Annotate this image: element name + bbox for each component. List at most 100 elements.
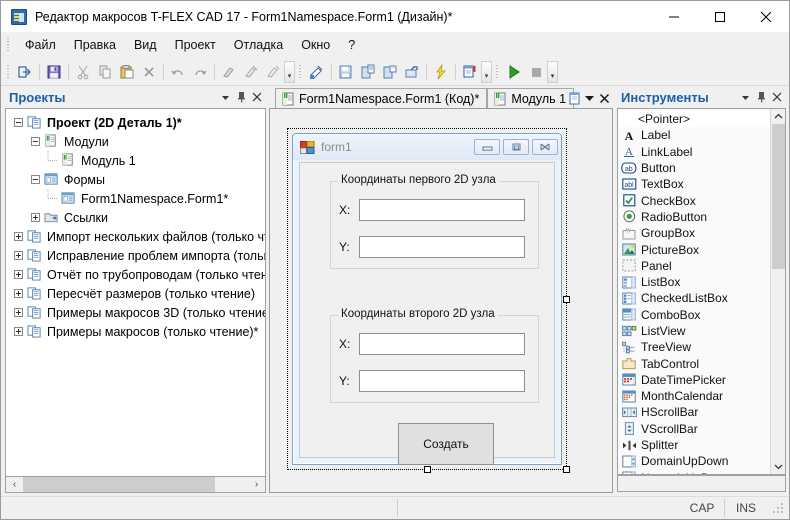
references-icon[interactable] — [401, 61, 423, 83]
toolbox-item[interactable]: ablTextBox — [618, 176, 770, 192]
close-icon[interactable] — [769, 89, 785, 105]
add-form-icon[interactable] — [379, 61, 401, 83]
form-minimize-button[interactable] — [474, 139, 500, 155]
toolbox-item[interactable]: TabControl — [618, 355, 770, 371]
tree-item[interactable]: Ссылки — [6, 208, 265, 227]
tree-expander-expanded-icon[interactable] — [27, 175, 44, 184]
textbox-x1[interactable] — [359, 199, 525, 221]
save-module-icon[interactable] — [335, 61, 357, 83]
toolbox-list[interactable]: <Pointer>ALabelALinkLabelabButtonablText… — [617, 108, 786, 475]
vscroll-thumb[interactable] — [772, 124, 785, 269]
tree-item[interactable]: Исправление проблем импорта (только — [6, 246, 265, 265]
tree-expander-collapsed-icon[interactable] — [10, 327, 27, 336]
toolbar-grip-3[interactable] — [494, 63, 501, 81]
tree-item[interactable]: Примеры макросов (только чтение)* — [6, 322, 265, 341]
tree-expander-expanded-icon[interactable] — [10, 118, 27, 127]
tree-item[interactable]: Модули — [6, 132, 265, 151]
scroll-down-icon[interactable] — [771, 459, 786, 474]
tree-item[interactable]: Form1Namespace.Form1* — [6, 189, 265, 208]
resize-handle-bottom[interactable] — [424, 466, 431, 473]
menu-item-window[interactable]: Окно — [292, 35, 339, 55]
menu-item-view[interactable]: Вид — [125, 35, 166, 55]
tree-expander-collapsed-icon[interactable] — [10, 308, 27, 317]
pin-icon[interactable] — [233, 89, 249, 105]
tree-item[interactable]: Отчёт по трубопроводам (только чтение — [6, 265, 265, 284]
toolbox-item[interactable]: Splitter — [618, 437, 770, 453]
add-module-icon[interactable] — [357, 61, 379, 83]
tree-expander-collapsed-icon[interactable] — [10, 251, 27, 260]
vscroll-track[interactable] — [771, 124, 786, 459]
compile-icon[interactable] — [430, 61, 452, 83]
tree-expander-collapsed-icon[interactable] — [10, 232, 27, 241]
paste-icon[interactable] — [116, 61, 138, 83]
save-icon[interactable] — [43, 61, 65, 83]
designed-form[interactable]: form1 — [292, 133, 562, 465]
chevron-down-icon[interactable] — [582, 90, 597, 107]
toolbox-item[interactable]: CheckBox — [618, 192, 770, 208]
designer-canvas[interactable]: form1 — [270, 109, 612, 492]
toolbox-item[interactable]: Panel — [618, 258, 770, 274]
designer-icon[interactable] — [306, 61, 328, 83]
chevron-down-icon[interactable] — [217, 89, 233, 105]
scroll-left-icon[interactable]: ‹ — [6, 477, 23, 492]
toolbox-item[interactable]: PictureBox — [618, 241, 770, 257]
tree-expander-collapsed-icon[interactable] — [27, 213, 44, 222]
properties-icon[interactable] — [459, 61, 481, 83]
create-button[interactable]: Создать — [398, 423, 494, 465]
run-icon[interactable] — [503, 61, 525, 83]
toolbox-item[interactable]: VScrollBar — [618, 421, 770, 437]
toolbar-grip-2[interactable] — [297, 63, 304, 81]
textbox-y2[interactable] — [359, 370, 525, 392]
resize-handle-right[interactable] — [563, 296, 570, 303]
tree-item[interactable]: Пересчёт размеров (только чтение) — [6, 284, 265, 303]
toolbar-overflow-2[interactable]: ▾ — [481, 61, 492, 83]
toolbox-item[interactable]: DateTimePicker — [618, 372, 770, 388]
menu-item-edit[interactable]: Правка — [65, 35, 125, 55]
toolbox-item[interactable]: ALabel — [618, 127, 770, 143]
form-close-button[interactable] — [532, 139, 558, 155]
toolbox-item[interactable]: HScrollBar — [618, 404, 770, 420]
textbox-y1[interactable] — [359, 236, 525, 258]
project-tree-hscrollbar[interactable]: ‹ › — [5, 476, 266, 493]
export-icon[interactable] — [14, 61, 36, 83]
toolbox-item[interactable]: <Pointer> — [618, 111, 770, 127]
close-icon[interactable] — [597, 90, 612, 107]
tree-item[interactable]: Примеры макросов 3D (только чтение) — [6, 303, 265, 322]
toolbox-item[interactable]: ListView — [618, 323, 770, 339]
project-tree[interactable]: Проект (2D Деталь 1)*МодулиМодуль 1Формы… — [5, 108, 266, 476]
toolbox-item[interactable]: CheckedListBox — [618, 290, 770, 306]
toolbox-item[interactable]: MonthCalendar — [618, 388, 770, 404]
textbox-x2[interactable] — [359, 333, 525, 355]
toolbox-item[interactable]: TreeView — [618, 339, 770, 355]
menu-grip[interactable] — [5, 37, 13, 53]
pin-icon[interactable] — [753, 89, 769, 105]
toolbox-vscrollbar[interactable] — [770, 109, 785, 474]
menu-item-help[interactable]: ? — [339, 35, 364, 55]
tree-item[interactable]: Проект (2D Деталь 1)* — [6, 113, 265, 132]
groupbox-first-node[interactable]: Координаты первого 2D узла X: Y: — [330, 181, 539, 269]
toolbar-overflow-3[interactable]: ▾ — [547, 61, 558, 83]
tree-expander-collapsed-icon[interactable] — [10, 289, 27, 298]
menu-item-file[interactable]: Файл — [16, 35, 65, 55]
tree-item[interactable]: Импорт нескольких файлов (только чте — [6, 227, 265, 246]
resize-handle-corner[interactable] — [563, 466, 570, 473]
tree-item[interactable]: Формы — [6, 170, 265, 189]
form-designer-surface[interactable]: form1 — [269, 108, 613, 493]
designed-form-selection[interactable]: form1 — [288, 129, 566, 469]
toolbox-item[interactable]: ComboBox — [618, 307, 770, 323]
form-maximize-button[interactable] — [503, 139, 529, 155]
tree-item[interactable]: Модуль 1 — [6, 151, 265, 170]
scroll-right-icon[interactable]: › — [248, 477, 265, 492]
close-button[interactable] — [743, 1, 789, 32]
menu-item-project[interactable]: Проект — [166, 35, 225, 55]
tree-expander-expanded-icon[interactable] — [27, 137, 44, 146]
toolbox-item[interactable]: RadioButton — [618, 209, 770, 225]
active-files-icon[interactable] — [567, 90, 582, 107]
groupbox-second-node[interactable]: Координаты второго 2D узла X: Y: — [330, 315, 539, 403]
toolbox-item[interactable]: DomainUpDown — [618, 453, 770, 469]
toolbox-item[interactable]: xyGroupBox — [618, 225, 770, 241]
tree-expander-collapsed-icon[interactable] — [10, 270, 27, 279]
toolbar-grip-1[interactable] — [5, 63, 12, 81]
menu-item-debug[interactable]: Отладка — [225, 35, 292, 55]
tab-module1[interactable]: Модуль 1 — [487, 88, 574, 108]
